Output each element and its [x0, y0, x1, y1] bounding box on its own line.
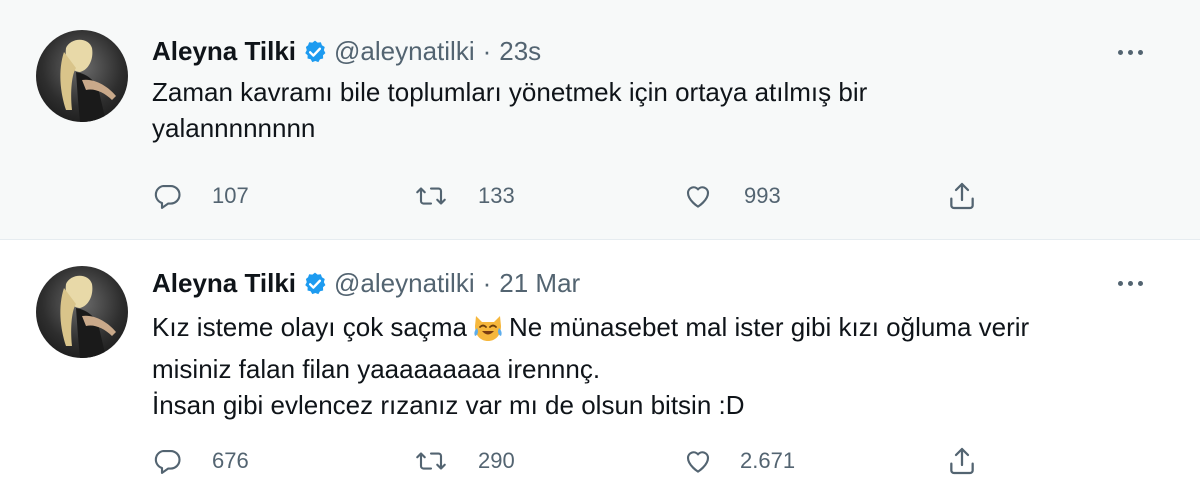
- tweet-text: Zaman kavramı bile toplumları yönetmek i…: [152, 74, 1162, 146]
- author-name[interactable]: Aleyna Tilki: [152, 268, 296, 298]
- avatar-image: [60, 275, 116, 358]
- like-count: 993: [744, 183, 781, 208]
- like-count: 2.671: [740, 448, 796, 473]
- tweet-header: Aleyna Tilki @aleynatilki · 21 Mar: [152, 268, 580, 303]
- tweet-text-segment: Ne münasebet mal ister gibi kızı oğluma …: [509, 312, 1030, 342]
- like-button[interactable]: 993: [682, 176, 781, 216]
- tweet[interactable]: Aleyna Tilki @aleynatilki · 21 Mar Kız iste…: [0, 241, 1200, 500]
- tweet[interactable]: Aleyna Tilki @aleynatilki · 23s Zaman kavra…: [0, 0, 1200, 240]
- author-name[interactable]: Aleyna Tilki: [152, 36, 296, 66]
- more-icon[interactable]: [1110, 271, 1150, 295]
- reply-icon: [154, 184, 181, 209]
- tweet-feed: Aleyna Tilki @aleynatilki · 23s Zaman kavra…: [0, 0, 1200, 500]
- verified-badge-icon: [302, 39, 328, 71]
- more-icon[interactable]: [1110, 40, 1150, 64]
- share-icon: [950, 182, 974, 210]
- tweet-text: Kız isteme olayı çok saçma Ne münasebet m…: [152, 309, 1162, 423]
- share-icon: [950, 447, 974, 475]
- tweet-text-line: Zaman kavramı bile toplumları yönetmek i…: [152, 77, 868, 107]
- retweet-button[interactable]: 133: [414, 176, 515, 216]
- reply-button[interactable]: 107: [152, 176, 249, 216]
- tweet-text-line: misiniz falan filan yaaaaaaaaa irennnç.: [152, 354, 601, 384]
- author-handle[interactable]: @aleynatilki: [334, 36, 475, 66]
- author-handle[interactable]: @aleynatilki: [334, 268, 475, 298]
- heart-icon: [686, 451, 710, 473]
- retweet-count: 133: [478, 183, 515, 208]
- timestamp[interactable]: 21 Mar: [499, 268, 580, 298]
- share-button[interactable]: [946, 441, 978, 481]
- reply-button[interactable]: 676: [152, 441, 249, 481]
- verified-badge-icon: [302, 271, 328, 303]
- tweet-actions: 676 290 2.671: [152, 441, 1002, 481]
- tweet-text-line: yalannnnnnnn: [152, 113, 316, 143]
- reply-count: 107: [212, 183, 249, 208]
- laughing-crying-cat-emoji: [471, 312, 505, 351]
- heart-icon: [686, 186, 710, 208]
- separator-dot: ·: [482, 268, 492, 298]
- tweet-actions: 107 133 993: [152, 176, 1002, 216]
- reply-count: 676: [212, 448, 249, 473]
- avatar-image: [60, 39, 116, 122]
- timestamp[interactable]: 23s: [499, 36, 541, 66]
- tweet-header: Aleyna Tilki @aleynatilki · 23s: [152, 36, 541, 71]
- avatar[interactable]: [36, 30, 128, 122]
- retweet-count: 290: [478, 448, 515, 473]
- share-button[interactable]: [946, 176, 978, 216]
- tweet-text-segment: Kız isteme olayı çok saçma: [152, 312, 467, 342]
- retweet-icon: [416, 452, 446, 470]
- retweet-button[interactable]: 290: [414, 441, 515, 481]
- separator-dot: ·: [482, 36, 492, 66]
- tweet-text-line: İnsan gibi evlencez rızanız var mı de ol…: [152, 390, 745, 420]
- tweet-text-line: Kız isteme olayı çok saçma Ne münasebet m…: [152, 309, 1162, 351]
- avatar[interactable]: [36, 266, 128, 358]
- like-button[interactable]: 2.671: [682, 441, 795, 481]
- reply-icon: [154, 449, 181, 474]
- retweet-icon: [416, 187, 446, 205]
